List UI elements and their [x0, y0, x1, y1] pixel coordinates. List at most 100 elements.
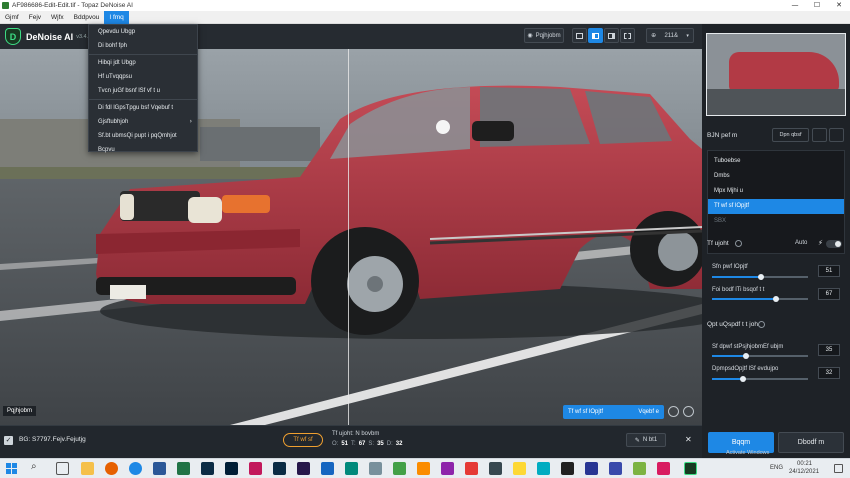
- slider-knob[interactable]: [757, 274, 764, 280]
- split-view-button[interactable]: [588, 28, 603, 43]
- reduce-color-noise-value[interactable]: 32: [818, 367, 840, 379]
- menu-file[interactable]: Gjmf: [0, 11, 24, 24]
- firefox-icon[interactable]: [105, 462, 118, 475]
- model-badge: Tf wf sf lOpjtf Vqebf e: [563, 405, 664, 419]
- app-icon-teal[interactable]: [345, 462, 358, 475]
- cancel-button[interactable]: Dbodf m: [778, 432, 844, 453]
- side-by-side-button[interactable]: [604, 28, 619, 43]
- list-icon[interactable]: [829, 128, 844, 142]
- reduce-color-noise-slider[interactable]: [712, 376, 808, 382]
- split-divider[interactable]: [348, 49, 349, 425]
- app-icon-colors[interactable]: [249, 462, 262, 475]
- app-icon-purple[interactable]: [441, 462, 454, 475]
- rush-icon[interactable]: [297, 462, 310, 475]
- menu-item-check-updates[interactable]: Di fdl lGpsTpgu bsf Vqebuf t: [89, 101, 197, 115]
- slider-knob[interactable]: [773, 296, 780, 302]
- recover-detail-slider[interactable]: [712, 353, 808, 359]
- pin-icon[interactable]: [812, 128, 827, 142]
- menu-help[interactable]: I fmq: [104, 10, 129, 24]
- compare-button[interactable]: Dpn qbsf: [772, 128, 809, 142]
- language-indicator[interactable]: ENG: [770, 465, 783, 471]
- slider-fill: [712, 355, 746, 357]
- model-item-clear[interactable]: Dmbs: [708, 169, 844, 184]
- menu-edit[interactable]: Fejv: [24, 11, 46, 24]
- model-item-severe-noise[interactable]: Tf wf sf lOpjtf: [708, 199, 844, 214]
- app-icon-navy[interactable]: [585, 462, 598, 475]
- menu-item-product-info[interactable]: Qpevdu Ubgp: [89, 25, 197, 39]
- remove-noise-slider[interactable]: [712, 274, 808, 280]
- start-button[interactable]: [6, 463, 17, 474]
- clock-time[interactable]: 00:21: [797, 461, 812, 467]
- denoise-taskbar-icon[interactable]: [684, 462, 697, 475]
- compare-grid-button[interactable]: [620, 28, 635, 43]
- menu-view[interactable]: Wjfx: [46, 11, 69, 24]
- model-item-low-light[interactable]: Mpx Mjhi u: [708, 184, 844, 199]
- menu-item-changelog[interactable]: Di bohf fph: [89, 39, 197, 53]
- auto-bolt-icon: ⚡: [818, 239, 823, 247]
- menu-item-about[interactable]: Bcpvu: [89, 143, 197, 157]
- search-icon[interactable]: ⌕: [31, 461, 37, 472]
- app-icon-red[interactable]: [465, 462, 478, 475]
- recover-detail-label: Sf dpwf stPsjhjobmEf ubjm: [712, 344, 784, 350]
- menu-item-get-support[interactable]: Hf uTvqqpsu: [89, 70, 197, 84]
- app-icon-lime[interactable]: [633, 462, 646, 475]
- menu-item-graphics-info[interactable]: Hibqi jdt Ubgp: [89, 56, 197, 70]
- menu-item-submit-feature-request[interactable]: Tvcn juGf bsnf lSf vf t u: [89, 84, 197, 98]
- settings-title: Tf ujoht: [707, 240, 729, 247]
- include-checkbox[interactable]: ✓: [4, 436, 13, 445]
- navigator-thumbnail[interactable]: [706, 33, 846, 116]
- settings-help-icon[interactable]: [735, 240, 742, 247]
- app-icon-gray[interactable]: [369, 462, 382, 475]
- app-icon-dark[interactable]: [489, 462, 502, 475]
- app-icon-pink[interactable]: [657, 462, 670, 475]
- menu-item-reinstall-plugins[interactable]: Sf.bt ubmsQi pupt i pqQmhjot: [89, 129, 197, 143]
- reduce-color-noise-label: DpmpsdOpjtf lSf evdujpo: [712, 366, 779, 372]
- auto-toggle[interactable]: [826, 240, 842, 248]
- excel-icon[interactable]: [177, 462, 190, 475]
- maximize-button[interactable]: ☐: [806, 0, 828, 11]
- single-view-button[interactable]: [572, 28, 587, 43]
- app-icon-orange[interactable]: [417, 462, 430, 475]
- app-icon-cyan[interactable]: [537, 462, 550, 475]
- face-icon[interactable]: [668, 406, 679, 417]
- recover-detail-value[interactable]: 35: [818, 344, 840, 356]
- enhance-sharpness-value[interactable]: 67: [818, 288, 840, 300]
- menu-account[interactable]: Bddpvou: [69, 11, 105, 24]
- windows-logo-icon: [6, 463, 11, 468]
- photoshop-icon[interactable]: [225, 462, 238, 475]
- minimize-button[interactable]: —: [784, 0, 806, 11]
- lightroom-classic-icon[interactable]: [201, 462, 214, 475]
- app-icon-indigo[interactable]: [609, 462, 622, 475]
- clock-date[interactable]: 24/12/2021: [789, 469, 819, 475]
- edit-mask-button[interactable]: ✎ N bt1: [626, 433, 666, 447]
- app-icon-yellow[interactable]: [513, 462, 526, 475]
- model-item-standard[interactable]: Tuboebse: [708, 154, 844, 169]
- app-icon-blue[interactable]: [321, 462, 334, 475]
- thumbnail-road: [707, 89, 845, 115]
- app-icon-green[interactable]: [393, 462, 406, 475]
- post-processing-help-icon[interactable]: [758, 321, 765, 328]
- edge-icon[interactable]: [129, 462, 142, 475]
- model-button[interactable]: Tf wf sf: [283, 433, 323, 447]
- bottom-bar: ✓ BG: S7797.Fejv.Fejutjg Tf wf sf Tf ujo…: [0, 425, 702, 458]
- eye-icon: ◉: [527, 32, 533, 39]
- menu-item-first-staging[interactable]: Gjsftubhjoh ›: [89, 115, 197, 129]
- enhance-sharpness-slider[interactable]: [712, 296, 808, 302]
- zoom-control[interactable]: ⊕ 211& ▾: [646, 28, 694, 43]
- model-item-raw[interactable]: SBX: [708, 214, 844, 229]
- lightroom-icon[interactable]: [273, 462, 286, 475]
- slider-knob[interactable]: [739, 376, 746, 382]
- word-icon[interactable]: [153, 462, 166, 475]
- face-refine-icon[interactable]: [683, 406, 694, 417]
- remove-noise-value[interactable]: 51: [818, 265, 840, 277]
- close-window-button[interactable]: ✕: [828, 0, 850, 11]
- close-image-button[interactable]: ✕: [685, 435, 692, 444]
- app-icon-black[interactable]: [561, 462, 574, 475]
- notification-icon[interactable]: [834, 464, 843, 473]
- preview-original-button[interactable]: ◉ Pqjhjobm: [524, 28, 564, 43]
- slider-knob[interactable]: [742, 353, 749, 359]
- settings-summary: Tf ujoht: N bovbm: [332, 431, 380, 437]
- denoise-logo-icon: D: [5, 28, 21, 45]
- file-explorer-icon[interactable]: [81, 462, 94, 475]
- task-view-icon[interactable]: [56, 462, 69, 475]
